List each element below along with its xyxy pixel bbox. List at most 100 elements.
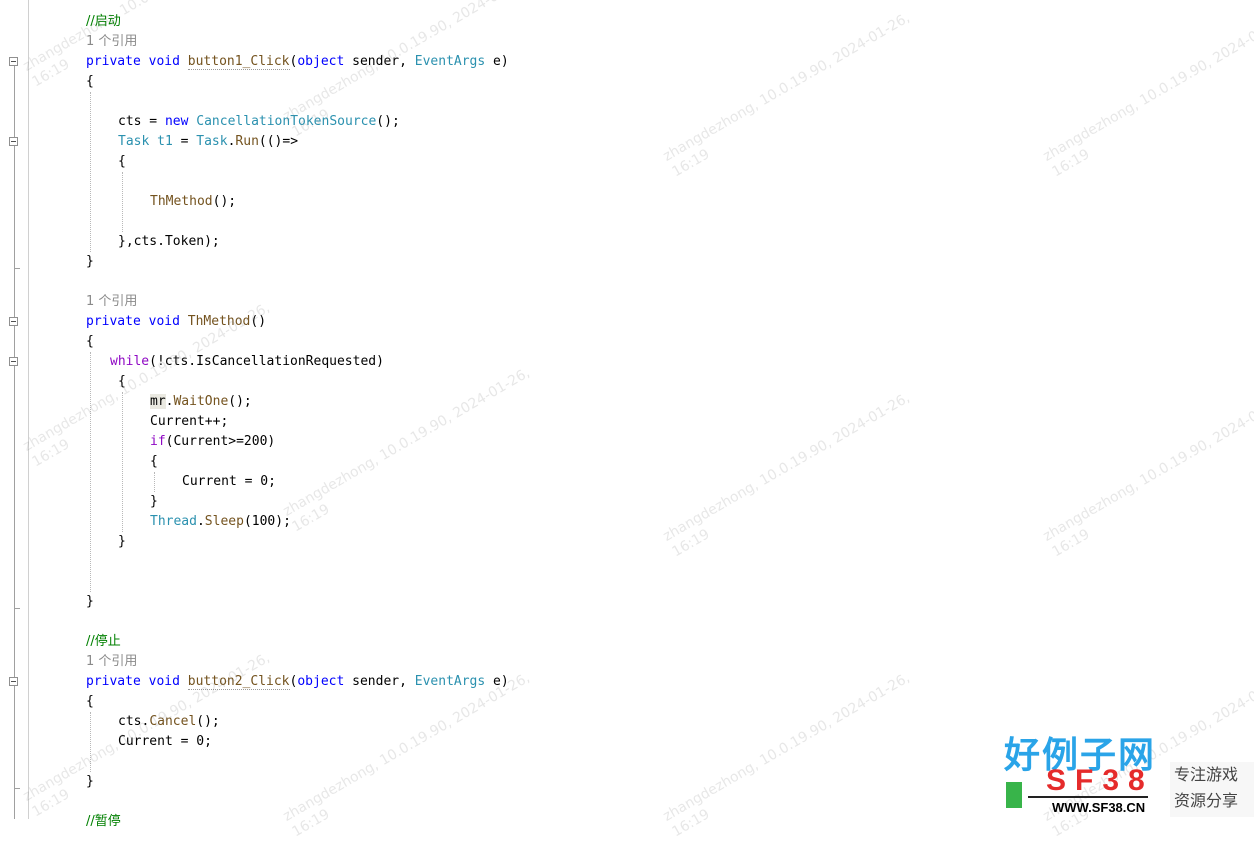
logo-sf38: SF38 [1046,764,1154,797]
collapse-toggle-icon[interactable] [9,677,18,686]
code-line-task-run[interactable]: Task t1 = Task.Run(()=> [118,132,298,152]
fold-end-mark [14,608,20,609]
logo-green-mark [1006,782,1022,808]
logo-url: WWW.SF38.CN [1052,800,1146,815]
code-line-codelens-2[interactable]: 1 个引用 [86,292,137,312]
token: { [86,694,94,709]
token: Run [235,134,259,149]
code-line-cts-new[interactable]: cts = new CancellationTokenSource(); [118,112,400,132]
token: void [148,54,180,69]
watermark: zhangdezhong, 10.0.19.90, 2024-01-26,16:… [20,0,282,91]
token: private [86,674,141,689]
token: } [150,494,158,509]
token: } [86,254,94,269]
code-line-comment-stop[interactable]: //停止 [86,632,121,652]
code-line-brace-open-1[interactable]: { [86,72,94,92]
token: { [86,74,94,89]
watermark-user: zhangdezhong, 10.0.19.90, 2024-01-26, [1040,9,1254,165]
token: { [150,454,158,469]
code-line-comment-pause[interactable]: //暂停 [86,812,121,832]
watermark: zhangdezhong, 10.0.19.90, 2024-01-26,16:… [1040,389,1254,561]
indent-guide [122,172,123,232]
code-line-brace-open-3[interactable]: { [86,692,94,712]
token: (); [228,394,252,409]
code-line-if-close[interactable]: } [150,492,158,512]
logo-tagline: 专注游戏 资源分享 [1170,762,1254,817]
token: } [86,594,94,609]
watermark-user: zhangdezhong, 10.0.19.90, 2024-01-26, [280,364,533,520]
code-line-while-close[interactable]: } [118,532,126,552]
token: Current++; [150,414,229,429]
token: if [150,434,166,449]
code-line-if-open[interactable]: { [150,452,158,472]
token: Sleep [204,514,244,529]
fold-end-mark [14,268,20,269]
indent-guide [90,352,91,592]
indent-guide [90,92,91,252]
indent-guide [154,472,155,492]
token: while [110,354,150,369]
code-line-current-inc[interactable]: Current++; [150,412,228,432]
code-line-current-reset[interactable]: Current = 0; [182,472,276,492]
code-line-brace-close-2[interactable]: } [86,592,94,612]
watermark-time: 16:19 [669,146,713,181]
token: Thread [150,514,197,529]
watermark: zhangdezhong, 10.0.19.90, 2024-01-26,16:… [1040,9,1254,181]
token: t1 [157,134,173,149]
code-line-lambda-close[interactable]: },cts.Token); [118,232,220,252]
code-line-brace-open-2[interactable]: { [86,332,94,352]
token: //停止 [86,634,121,649]
token: ThMethod [150,194,213,209]
token: (); [212,194,237,209]
site-logo: 好例子网 SF38 WWW.SF38.CN 专注游戏 资源分享 [1000,726,1254,819]
token: new [164,114,189,129]
token: { [118,154,126,169]
token: e) [485,54,509,69]
code-line-sleep[interactable]: Thread.Sleep(100); [150,512,291,532]
collapse-toggle-icon[interactable] [9,137,18,146]
collapse-toggle-icon[interactable] [9,57,18,66]
token: Task [118,134,150,149]
watermark-user: zhangdezhong, 10.0.19.90, 2024-01-26, [660,669,913,825]
token[interactable]: 1 个引用 [86,654,137,669]
outline-line [14,62,15,819]
gutter-separator [28,0,29,819]
code-line-if-line[interactable]: if(Current>=200) [150,432,275,452]
watermark: zhangdezhong, 10.0.19.90, 2024-01-26,16:… [660,669,922,841]
token[interactable]: 1 个引用 [86,294,137,309]
code-line-lambda-open[interactable]: { [118,152,126,172]
token: button1_Click [187,54,290,70]
code-line-button2-sig[interactable]: private void button2_Click(object sender… [86,672,509,692]
token: void [148,674,180,689]
token: (100); [243,514,291,529]
token: (()=> [258,134,299,149]
watermark-time: 16:19 [289,501,333,536]
watermark-user: zhangdezhong, 10.0.19.90, 2024-01-26, [280,669,533,825]
token: void [148,314,180,329]
watermark-user: zhangdezhong, 10.0.19.90, 2024-01-26, [660,389,913,545]
watermark-time: 16:19 [289,806,333,841]
code-line-codelens-3[interactable]: 1 个引用 [86,652,137,672]
logo-divider [1028,796,1148,798]
code-line-brace-close-1[interactable]: } [86,252,94,272]
watermark: zhangdezhong, 10.0.19.90, 2024-01-26,16:… [660,9,922,181]
watermark-time: 16:19 [669,526,713,561]
token: (Current>=200) [165,434,276,449]
watermark-user: zhangdezhong, 10.0.19.90, 2024-01-26, [660,9,913,165]
collapse-toggle-icon[interactable] [9,317,18,326]
token: . [196,514,205,529]
token: Current = 0; [182,474,276,489]
collapse-toggle-icon[interactable] [9,357,18,366]
code-line-call-thmethod[interactable]: ThMethod(); [150,192,236,212]
token: EventArgs [414,674,486,689]
fold-end-mark [14,788,20,789]
token: Task [196,134,228,149]
token: //暂停 [86,814,121,829]
